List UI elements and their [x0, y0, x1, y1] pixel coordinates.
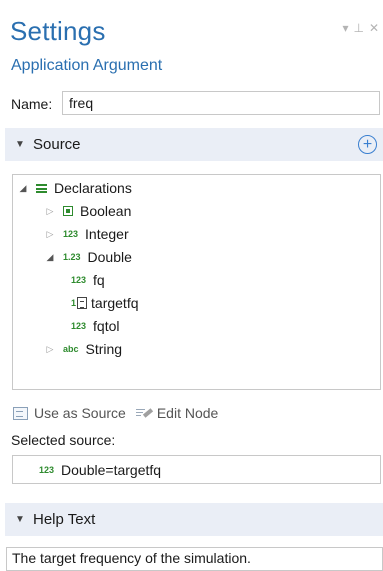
tree-item-integer[interactable]: ▷ 123 Integer [43, 224, 129, 244]
expand-arrow-icon[interactable]: ◢ [16, 183, 30, 194]
page-subtitle: Application Argument [11, 57, 163, 74]
selected-source-field: 123 Double=targetfq [12, 455, 381, 484]
tree-item-string[interactable]: ▷ abc String [43, 339, 123, 359]
tree-item-label: Double [87, 249, 132, 265]
selected-source-value: Double=targetfq [61, 461, 162, 478]
help-text-field[interactable]: The target frequency of the simulation. [6, 547, 383, 571]
edit-node-icon [135, 407, 153, 420]
tree-item-fqtol[interactable]: 123 fqtol [71, 316, 120, 336]
edit-node-button[interactable]: Edit Node [135, 405, 219, 421]
source-tree[interactable]: ◢ Declarations ▷ Boolean ▷ 123 Integer ◢… [12, 174, 381, 390]
tree-item-boolean[interactable]: ▷ Boolean [43, 201, 132, 221]
scalar-type-icon: 123 [71, 321, 87, 331]
collapse-arrow-icon[interactable]: ▷ [43, 229, 57, 240]
name-input[interactable] [62, 91, 380, 115]
page-title: Settings [10, 16, 106, 46]
use-as-source-button[interactable]: Use as Source [13, 405, 126, 421]
plus-circle-icon[interactable]: + [358, 135, 377, 154]
tree-item-label: targetfq [91, 295, 139, 311]
tree-item-label: Declarations [54, 180, 132, 196]
edit-node-label: Edit Node [156, 405, 219, 421]
tree-item-label: Boolean [80, 203, 132, 219]
close-icon[interactable]: ✕ [369, 22, 379, 34]
collapse-arrow-icon[interactable]: ▷ [43, 206, 57, 217]
string-type-icon: abc [63, 344, 79, 354]
array-type-icon: 1 [71, 297, 88, 309]
use-as-source-icon [13, 406, 28, 420]
tree-item-declarations[interactable]: ◢ Declarations [16, 178, 132, 198]
scalar-type-icon: 123 [71, 275, 87, 285]
source-section-header[interactable]: ▼ Source + [5, 128, 383, 161]
integer-type-icon: 123 [63, 229, 79, 239]
source-section-label: Source [33, 136, 81, 153]
help-section-label: Help Text [33, 511, 96, 528]
collapse-caret-icon[interactable]: ▼ [7, 139, 33, 150]
table-icon [77, 297, 88, 309]
tree-item-label: String [85, 341, 123, 357]
tree-item-targetfq[interactable]: 1 targetfq [71, 293, 139, 313]
name-row: Name: [0, 90, 383, 118]
boolean-icon [63, 206, 73, 216]
tree-item-double[interactable]: ◢ 1.23 Double [43, 247, 132, 267]
tree-item-fq[interactable]: 123 fq [71, 270, 105, 290]
tree-item-label: fq [93, 272, 105, 288]
selected-source-label: Selected source: [11, 432, 116, 448]
collapse-arrow-icon[interactable]: ▷ [43, 344, 57, 355]
dropdown-arrow-icon[interactable]: ▾ [342, 22, 348, 34]
source-toolbar: Use as Source Edit Node [13, 403, 228, 423]
expand-arrow-icon[interactable]: ◢ [43, 252, 57, 263]
collapse-caret-icon[interactable]: ▼ [7, 514, 33, 525]
scalar-type-icon: 123 [39, 464, 55, 475]
tree-item-label: fqtol [93, 318, 120, 334]
double-type-icon: 1.23 [63, 252, 81, 262]
window-controls: ▾ ⊥ ✕ [342, 22, 379, 34]
list-icon [36, 183, 47, 193]
settings-header: Settings Application Argument ▾ ⊥ ✕ [0, 0, 383, 86]
help-section-header[interactable]: ▼ Help Text [5, 503, 383, 536]
pin-icon[interactable]: ⊥ [353, 22, 363, 34]
use-as-source-label: Use as Source [34, 405, 126, 421]
name-label: Name: [11, 96, 53, 112]
tree-item-label: Integer [85, 226, 129, 242]
